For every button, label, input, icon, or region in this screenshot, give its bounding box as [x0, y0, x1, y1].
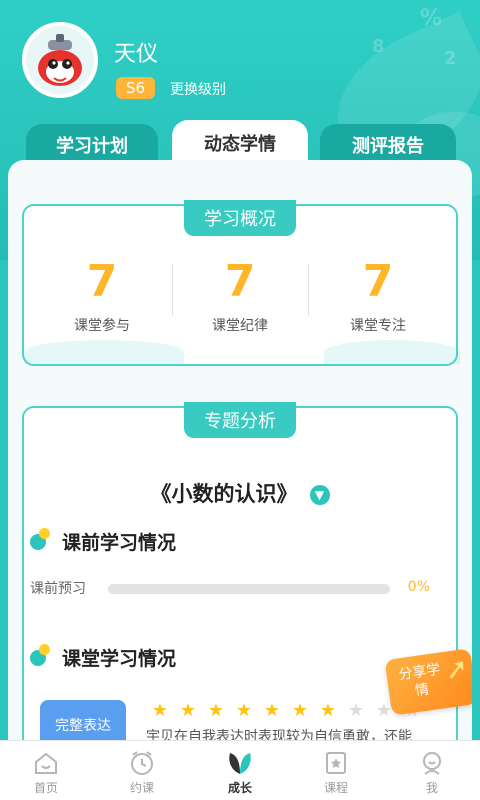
star-book-icon	[306, 749, 366, 777]
share-arrow-icon: ➚	[442, 650, 471, 687]
star-icon: ★	[319, 700, 337, 721]
divider	[172, 264, 173, 316]
nav-label: 成长	[227, 781, 252, 795]
leaf-icon	[210, 749, 270, 777]
user-icon	[402, 749, 462, 777]
share-learning-button[interactable]: 分享学情 ➚	[384, 648, 472, 716]
change-level-link[interactable]: 更换级别	[170, 79, 226, 99]
star-icon: ★	[235, 700, 253, 721]
star-icon: ★	[291, 700, 309, 721]
star-icon: ★	[347, 700, 365, 721]
overview-title: 学习概况	[184, 200, 296, 236]
nav-book-class[interactable]: 约课	[112, 749, 172, 796]
bullet-icon	[39, 644, 50, 655]
stat-value: 7	[362, 256, 394, 307]
section-title: 课前学习情况	[62, 532, 177, 554]
main-content[interactable]: 学习概况 7 课堂参与 7 课堂纪律 7 课堂专注 专题分析 《小数的认识》 ▼ …	[8, 160, 472, 740]
user-header: 天仪 S6 更换级别	[22, 22, 462, 102]
in-class-section: 课堂学习情况	[30, 644, 176, 674]
teacher-comment: 宇贝在自我表达时表现较为自信勇敢，还能	[146, 729, 412, 740]
star-icon: ★	[179, 700, 197, 721]
share-label: 分享学情	[397, 661, 442, 700]
stat-participation: 7 课堂参与	[36, 256, 168, 335]
complete-expression-button[interactable]: 完整表达	[40, 700, 126, 740]
preview-label: 课前预习	[30, 581, 86, 597]
preview-percent: 0%	[407, 579, 430, 595]
grass-decoration	[324, 340, 460, 364]
stat-label: 课堂专注	[350, 318, 406, 334]
bottom-nav: 首页 约课 成长 课程 我	[0, 740, 480, 800]
clock-icon	[112, 749, 172, 777]
section-title: 课堂学习情况	[62, 648, 177, 670]
nav-home[interactable]: 首页	[16, 749, 76, 796]
level-badge: S6	[116, 77, 156, 99]
bullet-icon	[39, 528, 50, 539]
stat-discipline: 7 课堂纪律	[174, 256, 306, 335]
pre-class-section: 课前学习情况	[30, 528, 176, 558]
grass-decoration	[24, 340, 184, 364]
nav-growth[interactable]: 成长	[210, 749, 270, 796]
overview-card: 学习概况 7 课堂参与 7 课堂纪律 7 课堂专注	[22, 200, 460, 366]
chevron-down-icon[interactable]: ▼	[309, 485, 330, 505]
star-icon: ★	[207, 700, 225, 721]
star-icon: ★	[151, 700, 169, 721]
star-icon: ★	[263, 700, 281, 721]
home-icon	[16, 749, 76, 777]
preview-progress-row: 课前预习 0%	[30, 578, 430, 598]
avatar[interactable]	[22, 22, 98, 98]
nav-label: 约课	[129, 781, 154, 795]
stat-value: 7	[224, 256, 256, 307]
stat-label: 课堂参与	[74, 318, 130, 334]
topic-analysis-title: 专题分析	[184, 402, 296, 438]
preview-progress-bar	[108, 584, 390, 594]
user-name: 天仪	[114, 42, 159, 67]
nav-courses[interactable]: 课程	[306, 749, 366, 796]
topic-selector[interactable]: 《小数的认识》 ▼	[24, 478, 456, 508]
topic-name: 《小数的认识》	[150, 482, 298, 506]
nav-me[interactable]: 我	[402, 749, 462, 796]
stat-focus: 7 课堂专注	[312, 256, 444, 335]
stat-label: 课堂纪律	[212, 318, 268, 334]
nav-label: 首页	[33, 781, 58, 795]
divider	[308, 264, 309, 316]
robot-mascot-icon	[38, 34, 82, 86]
nav-label: 我	[425, 781, 438, 795]
nav-label: 课程	[323, 781, 348, 795]
stat-value: 7	[86, 256, 118, 307]
star-rating: ★★★★★★★★★★	[146, 700, 426, 721]
